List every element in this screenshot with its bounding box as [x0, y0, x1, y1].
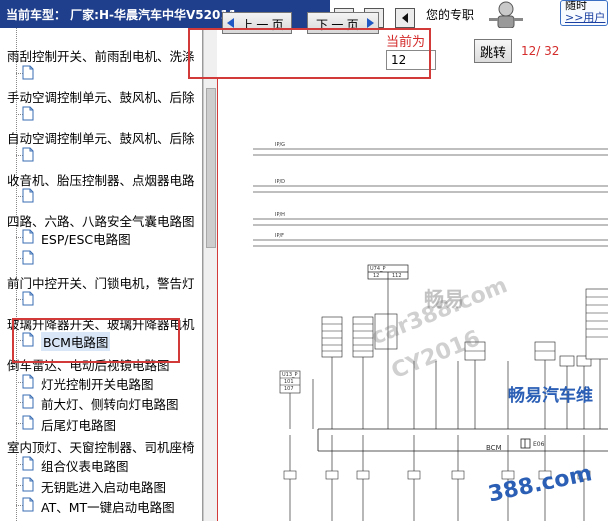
wire-label: IP/G — [275, 142, 286, 148]
service-box: 随时 >>用户 — [560, 0, 608, 26]
nav-back-button[interactable] — [395, 8, 415, 28]
wire-label: IP/D — [275, 179, 286, 185]
document-icon — [22, 394, 34, 409]
tree-doc-label: 组合仪表电路图 — [41, 459, 129, 474]
tree-doc-label: 后尾灯电路图 — [41, 417, 117, 433]
user-link[interactable]: >>用户 — [565, 9, 605, 25]
tree-doc-label: 灯光控制开关电路图 — [41, 376, 154, 392]
connector-pin: 112 — [392, 273, 402, 279]
document-icon — [22, 229, 34, 244]
document-icon — [22, 477, 34, 492]
tree-category-item[interactable]: 室内顶灯、天窗控制器、司机座椅 — [7, 437, 195, 456]
connector-pin: 107 — [284, 386, 294, 392]
document-icon — [22, 188, 34, 203]
triangle-left-icon — [396, 9, 414, 27]
document-icon — [22, 147, 34, 162]
tree-doc-label: 无钥匙进入启动电路图 — [41, 479, 167, 495]
watermark-text: 畅易汽车维 — [508, 386, 593, 406]
circuit-tree-panel[interactable]: 雨刮控制开关、前雨刮电机、洗涤 手动空调控制单元、鼓风机、后除 自动空调控制单元、鼓… — [0, 28, 203, 521]
expert-label: 您的专职 — [426, 8, 475, 22]
wiring-diagram-viewer[interactable]: IP/G IP/D IP/H IP/F U74_P 12 112 U13_P 1… — [217, 79, 608, 521]
connector-label: U74_P — [370, 266, 386, 272]
wire-label: IP/H — [275, 212, 285, 218]
tree-scrollbar[interactable] — [203, 28, 217, 521]
document-icon — [22, 497, 34, 512]
mascot-figure-icon — [489, 1, 523, 29]
connector-pin: 101 — [284, 379, 294, 385]
tree-scrollbar-thumb[interactable] — [206, 88, 216, 248]
bcm-label: BCM — [486, 444, 502, 452]
arrow-left-icon — [227, 18, 234, 28]
tree-category-item[interactable]: 前门中控开关、门锁电机，警告灯 — [7, 273, 195, 292]
connector-pin: 12 — [373, 273, 380, 279]
jump-button[interactable]: 跳转 — [474, 39, 512, 63]
tree-category-item[interactable]: 四路、六路、八路安全气囊电路图 — [7, 211, 195, 230]
tree-doc-label: AT、MT一键启动电路图 — [41, 500, 175, 516]
page-count: 12/ 32 — [521, 44, 560, 58]
tree-category-item[interactable]: 收音机、胎压控制器、点烟器电路 — [7, 170, 195, 189]
tree-category-item[interactable]: 手动空调控制单元、鼓风机、后除 — [7, 87, 195, 106]
toolbar-highlight-box — [188, 28, 431, 79]
document-icon — [22, 65, 34, 80]
connector-label: U13_P — [282, 372, 298, 378]
document-icon — [22, 291, 34, 306]
tree-doc-label: 前大灯、侧转向灯电路图 — [41, 397, 179, 413]
document-icon — [22, 250, 34, 265]
tree-category-item[interactable]: 自动空调控制单元、鼓风机、后除 — [7, 128, 195, 147]
document-icon — [22, 374, 34, 389]
tree-doc-label: ESP/ESC电路图 — [41, 232, 131, 248]
document-icon — [22, 456, 34, 471]
tree-category-item[interactable]: 雨刮控制开关、前雨刮电机、洗涤 — [7, 46, 195, 65]
selection-highlight-box — [12, 318, 180, 363]
document-icon — [22, 415, 34, 430]
connector-e06-label: E06 — [533, 441, 545, 448]
wire-label: IP/F — [275, 233, 285, 239]
car-model-label: 当前车型： 厂家:H-华晨汽车中华V52011 — [6, 8, 238, 22]
arrow-right-icon — [367, 18, 374, 28]
document-icon — [22, 106, 34, 121]
